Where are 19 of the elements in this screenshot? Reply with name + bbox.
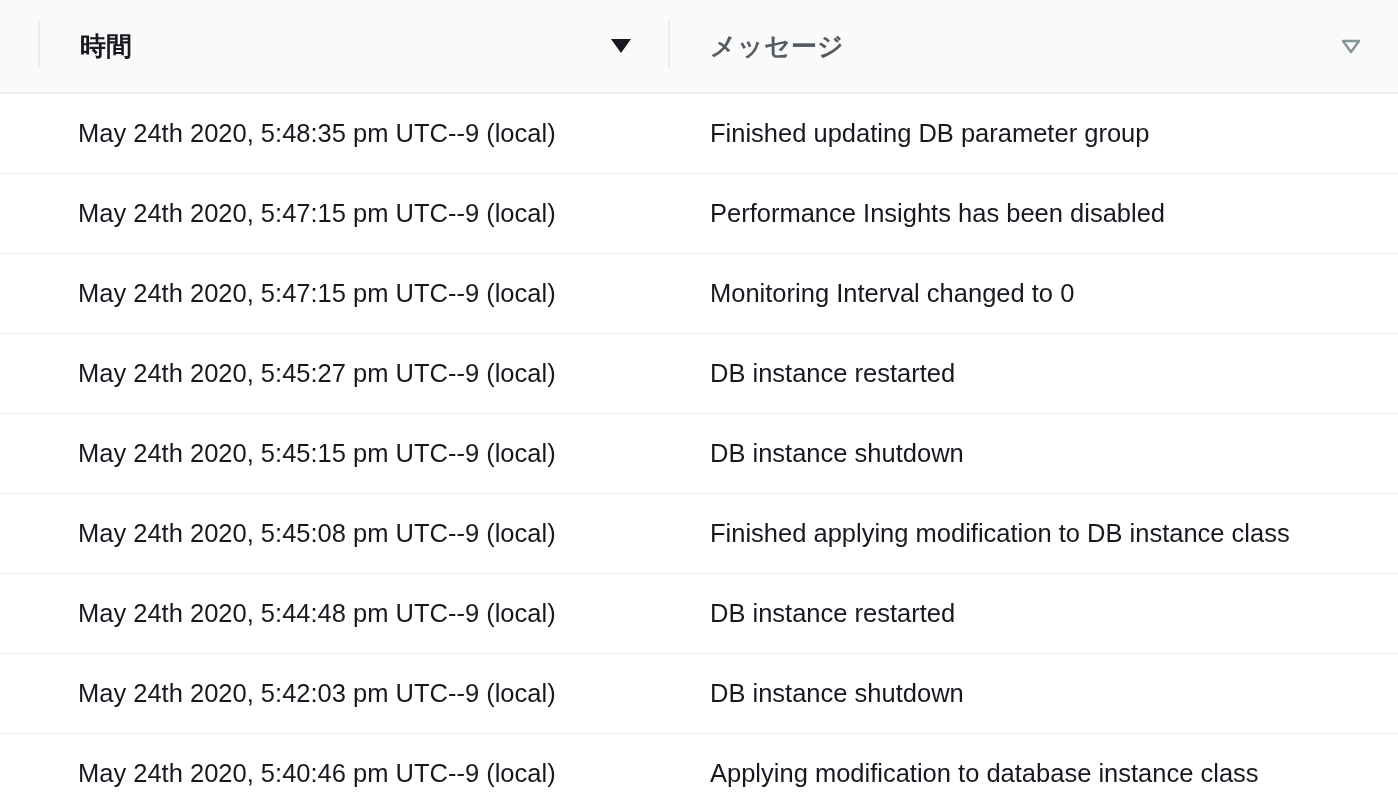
message-cell: Finished applying modification to DB instance class xyxy=(668,494,1398,574)
message-cell: Monitoring Interval changed to 0 xyxy=(668,254,1398,334)
message-cell: DB instance restarted xyxy=(668,334,1398,414)
timestamp-cell: May 24th 2020, 5:44:48 pm UTC--9 (local) xyxy=(0,574,668,654)
timestamp-cell: May 24th 2020, 5:45:15 pm UTC--9 (local) xyxy=(0,414,668,494)
message-cell: DB instance shutdown xyxy=(668,654,1398,734)
timestamp-cell: May 24th 2020, 5:42:03 pm UTC--9 (local) xyxy=(0,654,668,734)
timestamp-cell: May 24th 2020, 5:40:46 pm UTC--9 (local) xyxy=(0,734,668,812)
sort-caret-icon[interactable] xyxy=(610,38,632,54)
message-cell: DB instance shutdown xyxy=(668,414,1398,494)
timestamp-cell: May 24th 2020, 5:45:08 pm UTC--9 (local) xyxy=(0,494,668,574)
message-cell: Performance Insights has been disabled xyxy=(668,174,1398,254)
message-cell: Applying modification to database instance class xyxy=(668,734,1398,812)
timestamp-cell: May 24th 2020, 5:45:27 pm UTC--9 (local) xyxy=(0,334,668,414)
timestamp-cell: May 24th 2020, 5:47:15 pm UTC--9 (local) xyxy=(0,174,668,254)
message-cell: Finished updating DB parameter group xyxy=(668,94,1398,174)
message-cell: DB instance restarted xyxy=(668,574,1398,654)
timestamp-cell: May 24th 2020, 5:48:35 pm UTC--9 (local) xyxy=(0,94,668,174)
timestamp-cell: May 24th 2020, 5:47:15 pm UTC--9 (local) xyxy=(0,254,668,334)
